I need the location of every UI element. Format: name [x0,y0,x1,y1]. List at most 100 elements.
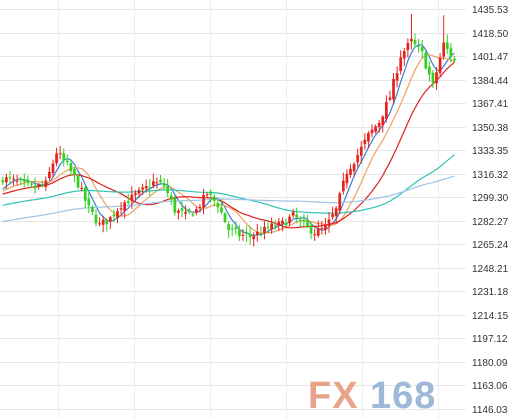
candle-body [177,210,180,213]
candle-body [248,234,252,237]
candle-body [313,234,317,236]
candle-body [155,182,159,184]
candle-body [367,132,370,142]
candle-body [320,227,324,229]
candle-body [8,177,12,179]
candle-body [134,193,137,195]
y-tick-label: 1435.53 [472,5,509,16]
candle-body [295,214,299,218]
candle-body [327,219,331,226]
y-tick-label: 1282.27 [472,217,509,228]
candle-body [453,58,456,61]
candle-body [198,207,202,209]
y-tick-label: 1333.35 [472,146,509,157]
candle-body [345,173,349,184]
candle-body [22,179,26,182]
candle [223,211,227,224]
candle-body [302,219,306,222]
candle-body [112,214,116,217]
y-tick-label: 1299.30 [472,193,509,204]
candle-body [331,214,334,218]
candle-body [58,153,62,155]
candle-body [194,209,198,213]
candle-body [55,153,58,164]
candle-body [427,66,431,75]
candle-body [187,209,191,212]
candle-body [424,52,428,69]
candle-body [352,164,356,172]
candle-body [417,45,420,47]
candle-body [173,198,177,213]
candle-body [184,211,187,214]
y-tick-label: 1197.12 [472,334,508,345]
candle-body [73,169,76,176]
candle-body [356,155,360,163]
candle-body [316,228,320,236]
candle-body [241,234,245,236]
y-tick-label: 1214.15 [472,311,509,322]
y-tick-label: 1265.24 [472,240,509,251]
candle-body [26,179,30,183]
candle-body [338,193,342,211]
candle-body [30,183,33,185]
candle-body [270,223,274,230]
candle-body [212,196,216,201]
candle-body [169,195,173,200]
y-tick-label: 1350.38 [472,123,509,134]
candle-body [123,202,127,211]
y-tick-label: 1163.06 [472,381,508,392]
candle-body [252,236,256,240]
candle-body [87,198,91,206]
candle-body [420,46,424,52]
y-tick-label: 1418.50 [472,29,509,40]
candle-body [349,168,352,175]
candle-body [334,208,338,217]
candle-body [406,43,410,51]
candle-body [148,187,152,189]
candle-body [298,219,302,221]
candle-body [44,180,48,188]
candle-body [435,72,438,84]
candle-body [48,171,51,179]
candle-body [230,228,234,230]
candle-body [374,126,377,132]
candle [424,50,428,70]
y-tick-label: 1248.21 [472,264,509,275]
candle-body [205,194,209,196]
candle-body [306,220,309,226]
candle-body [284,222,288,226]
candle-body [33,185,37,189]
candle-body [263,226,266,233]
candle-body [62,153,66,161]
candle-body [324,225,327,231]
candle-body [162,183,166,186]
candle-body [37,184,41,187]
candle-body [277,221,281,225]
candlestick-chart: FX 168 1435.53 1418.50 1401.47 1384.44 1367.… [0,0,517,419]
y-tick-label: 1231.18 [472,287,509,298]
candle-body [402,51,406,59]
candle-body [116,211,119,218]
candle-body [76,175,80,188]
candle-body [141,187,144,190]
candle-body [259,233,263,235]
candle-body [309,225,313,234]
candle-body [209,191,213,195]
candle-body [51,163,55,174]
candle-body [98,223,101,225]
chart-root: FX 168 1435.53 1418.50 1401.47 1384.44 1367.… [0,0,517,419]
candle-body [359,146,363,156]
candle-body [15,180,19,182]
candle [338,191,342,214]
candle-body [144,186,148,189]
candle-body [273,225,277,227]
candle-body [438,57,442,73]
candle-body [410,38,413,42]
candle-body [80,188,84,190]
candle-body [223,213,227,222]
watermark-168-text: 168 [370,375,436,417]
candle-body [101,219,105,225]
candle-body [341,180,345,192]
candle-body [413,40,417,45]
candle-body [384,102,388,119]
